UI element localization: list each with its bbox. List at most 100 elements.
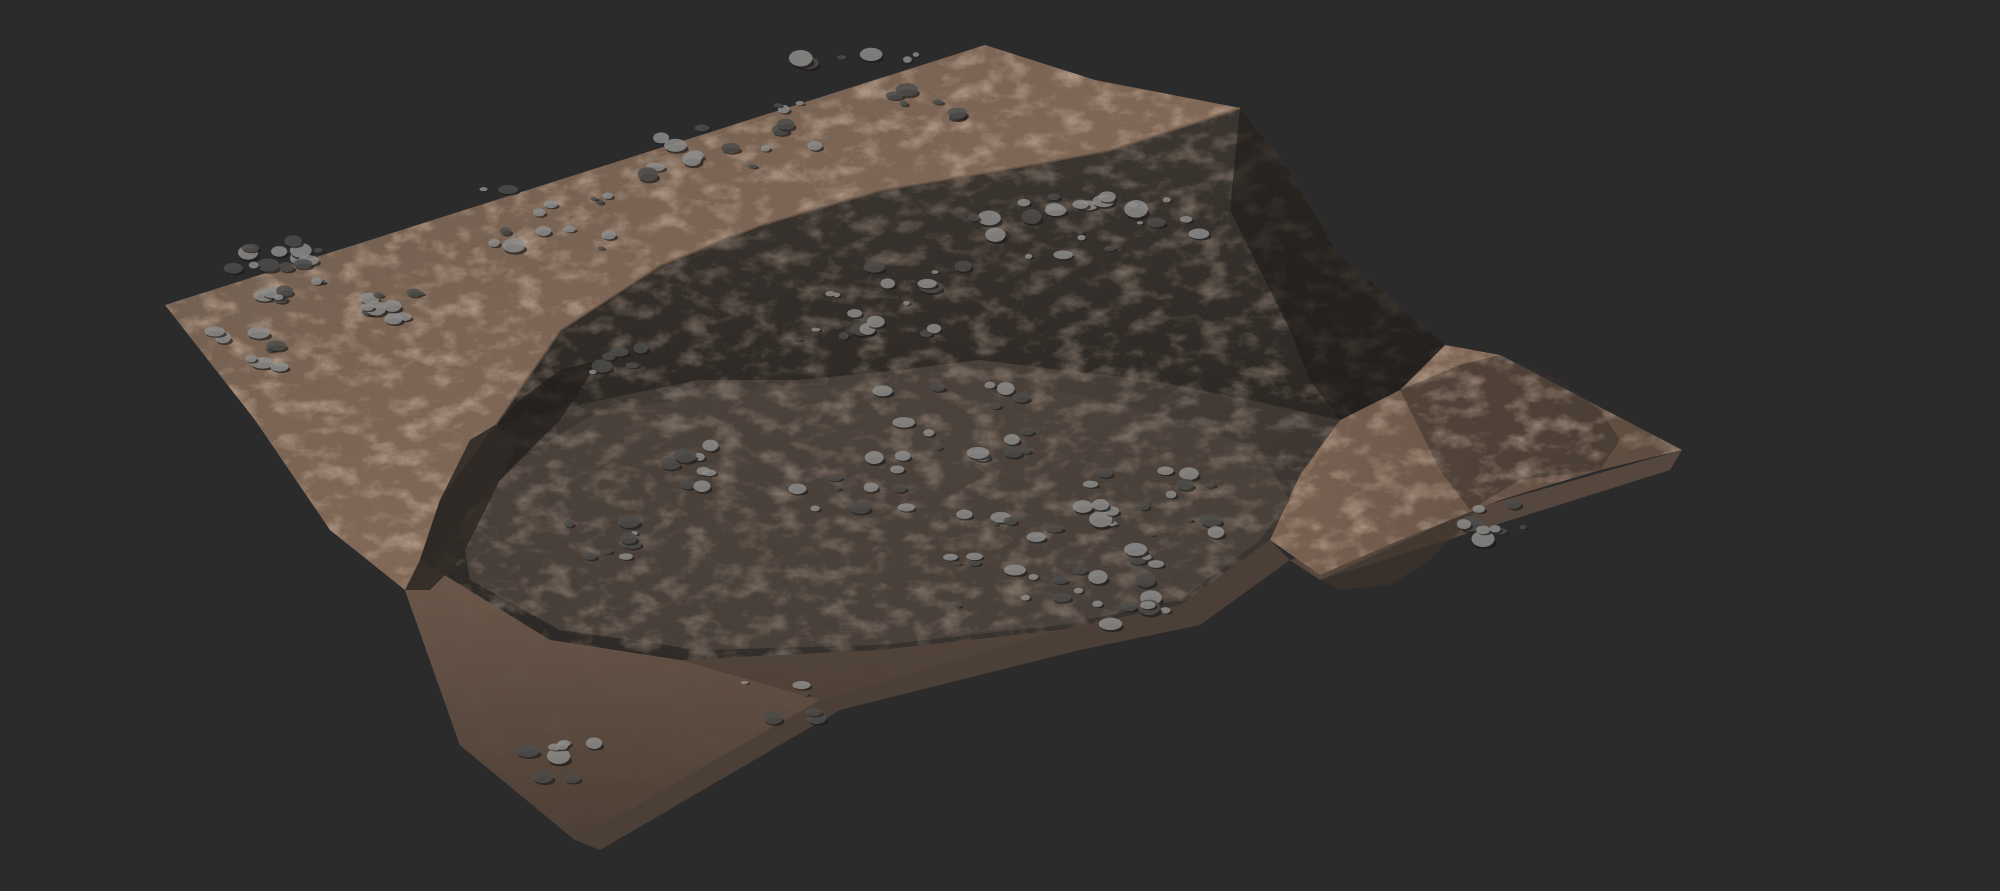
pebble — [581, 552, 597, 561]
pebble — [903, 56, 912, 63]
pebble — [1140, 601, 1156, 610]
pebble — [1162, 197, 1171, 203]
pebble — [1072, 566, 1088, 575]
pebble — [838, 332, 849, 340]
pebble — [864, 451, 884, 465]
pebble — [802, 692, 809, 697]
pebble — [588, 369, 597, 375]
pebble — [532, 769, 554, 784]
pebble — [311, 277, 323, 285]
pebble — [1077, 234, 1086, 241]
pebble — [1135, 573, 1156, 588]
pebble — [849, 502, 871, 514]
pebble — [833, 292, 840, 298]
pebble — [271, 246, 288, 257]
pebble — [1123, 542, 1148, 556]
render-viewport — [0, 0, 2000, 891]
pebble — [516, 745, 540, 758]
pebble — [1019, 426, 1035, 436]
pebble — [1028, 573, 1039, 581]
pebble — [1176, 478, 1195, 491]
pebble — [1207, 526, 1225, 539]
pebble — [502, 238, 526, 253]
pebble — [601, 352, 616, 361]
pebble — [563, 520, 574, 528]
pebble — [885, 91, 904, 100]
pebble — [1082, 480, 1099, 488]
pebble — [740, 680, 749, 685]
pebble — [1097, 468, 1113, 478]
pebble — [1020, 594, 1031, 601]
pebble — [1024, 253, 1033, 259]
pebble — [1104, 245, 1116, 252]
pebble — [1047, 193, 1061, 201]
pebble — [532, 208, 546, 217]
pebble — [1044, 204, 1067, 217]
pebble — [966, 552, 983, 561]
pebble — [1108, 523, 1116, 527]
pebble — [535, 225, 552, 237]
pebble — [1456, 519, 1472, 530]
pebble — [247, 326, 271, 339]
pebble — [931, 270, 939, 274]
pebble — [825, 290, 835, 297]
pebble — [897, 503, 915, 512]
pebble — [760, 144, 771, 152]
pebble — [384, 313, 403, 325]
pebble — [721, 143, 741, 154]
pebble — [833, 485, 841, 491]
pebble — [618, 553, 633, 560]
pebble — [967, 213, 980, 222]
pebble — [256, 258, 280, 272]
pebble — [966, 446, 990, 459]
pebble — [601, 548, 613, 554]
pebble — [953, 603, 962, 608]
pebble — [863, 261, 885, 273]
pebble — [773, 103, 783, 108]
pebble — [1188, 228, 1210, 239]
pebble — [984, 381, 996, 389]
pebble — [1017, 198, 1031, 207]
pebble — [617, 514, 641, 528]
pebble — [872, 385, 893, 397]
pebble — [1021, 209, 1042, 224]
pebble — [479, 187, 488, 192]
pebble — [923, 429, 935, 437]
pebble — [1137, 502, 1150, 511]
pebble — [827, 473, 843, 482]
pebble — [682, 151, 702, 167]
pebble — [1186, 517, 1194, 523]
pebble — [811, 327, 821, 332]
pebble — [892, 483, 907, 493]
pebble — [947, 107, 968, 119]
pebble — [284, 235, 302, 247]
pebble — [498, 184, 518, 195]
pebble — [943, 553, 958, 561]
pebble — [563, 773, 581, 784]
pebble — [1012, 392, 1030, 403]
pebble — [625, 362, 639, 369]
pebble — [1146, 217, 1166, 228]
pebble — [880, 278, 896, 289]
pebble — [679, 479, 696, 490]
pebble — [1489, 525, 1501, 533]
pebble — [1179, 215, 1193, 223]
pebble — [1072, 500, 1093, 513]
pebble — [1157, 466, 1174, 476]
pebble — [776, 118, 795, 130]
pebble — [204, 326, 225, 337]
pebble — [977, 210, 1001, 226]
pebble — [664, 138, 687, 152]
pebble — [1003, 433, 1020, 445]
pebble — [1091, 499, 1110, 511]
pebble — [912, 52, 920, 57]
pebble — [1505, 497, 1522, 509]
pebble — [1147, 560, 1165, 568]
pebble — [953, 561, 962, 566]
pebble — [954, 260, 972, 272]
pebble — [863, 482, 879, 493]
pebble — [1098, 191, 1116, 203]
pebble — [543, 200, 558, 209]
pebble — [619, 532, 638, 544]
pebble — [673, 448, 697, 463]
